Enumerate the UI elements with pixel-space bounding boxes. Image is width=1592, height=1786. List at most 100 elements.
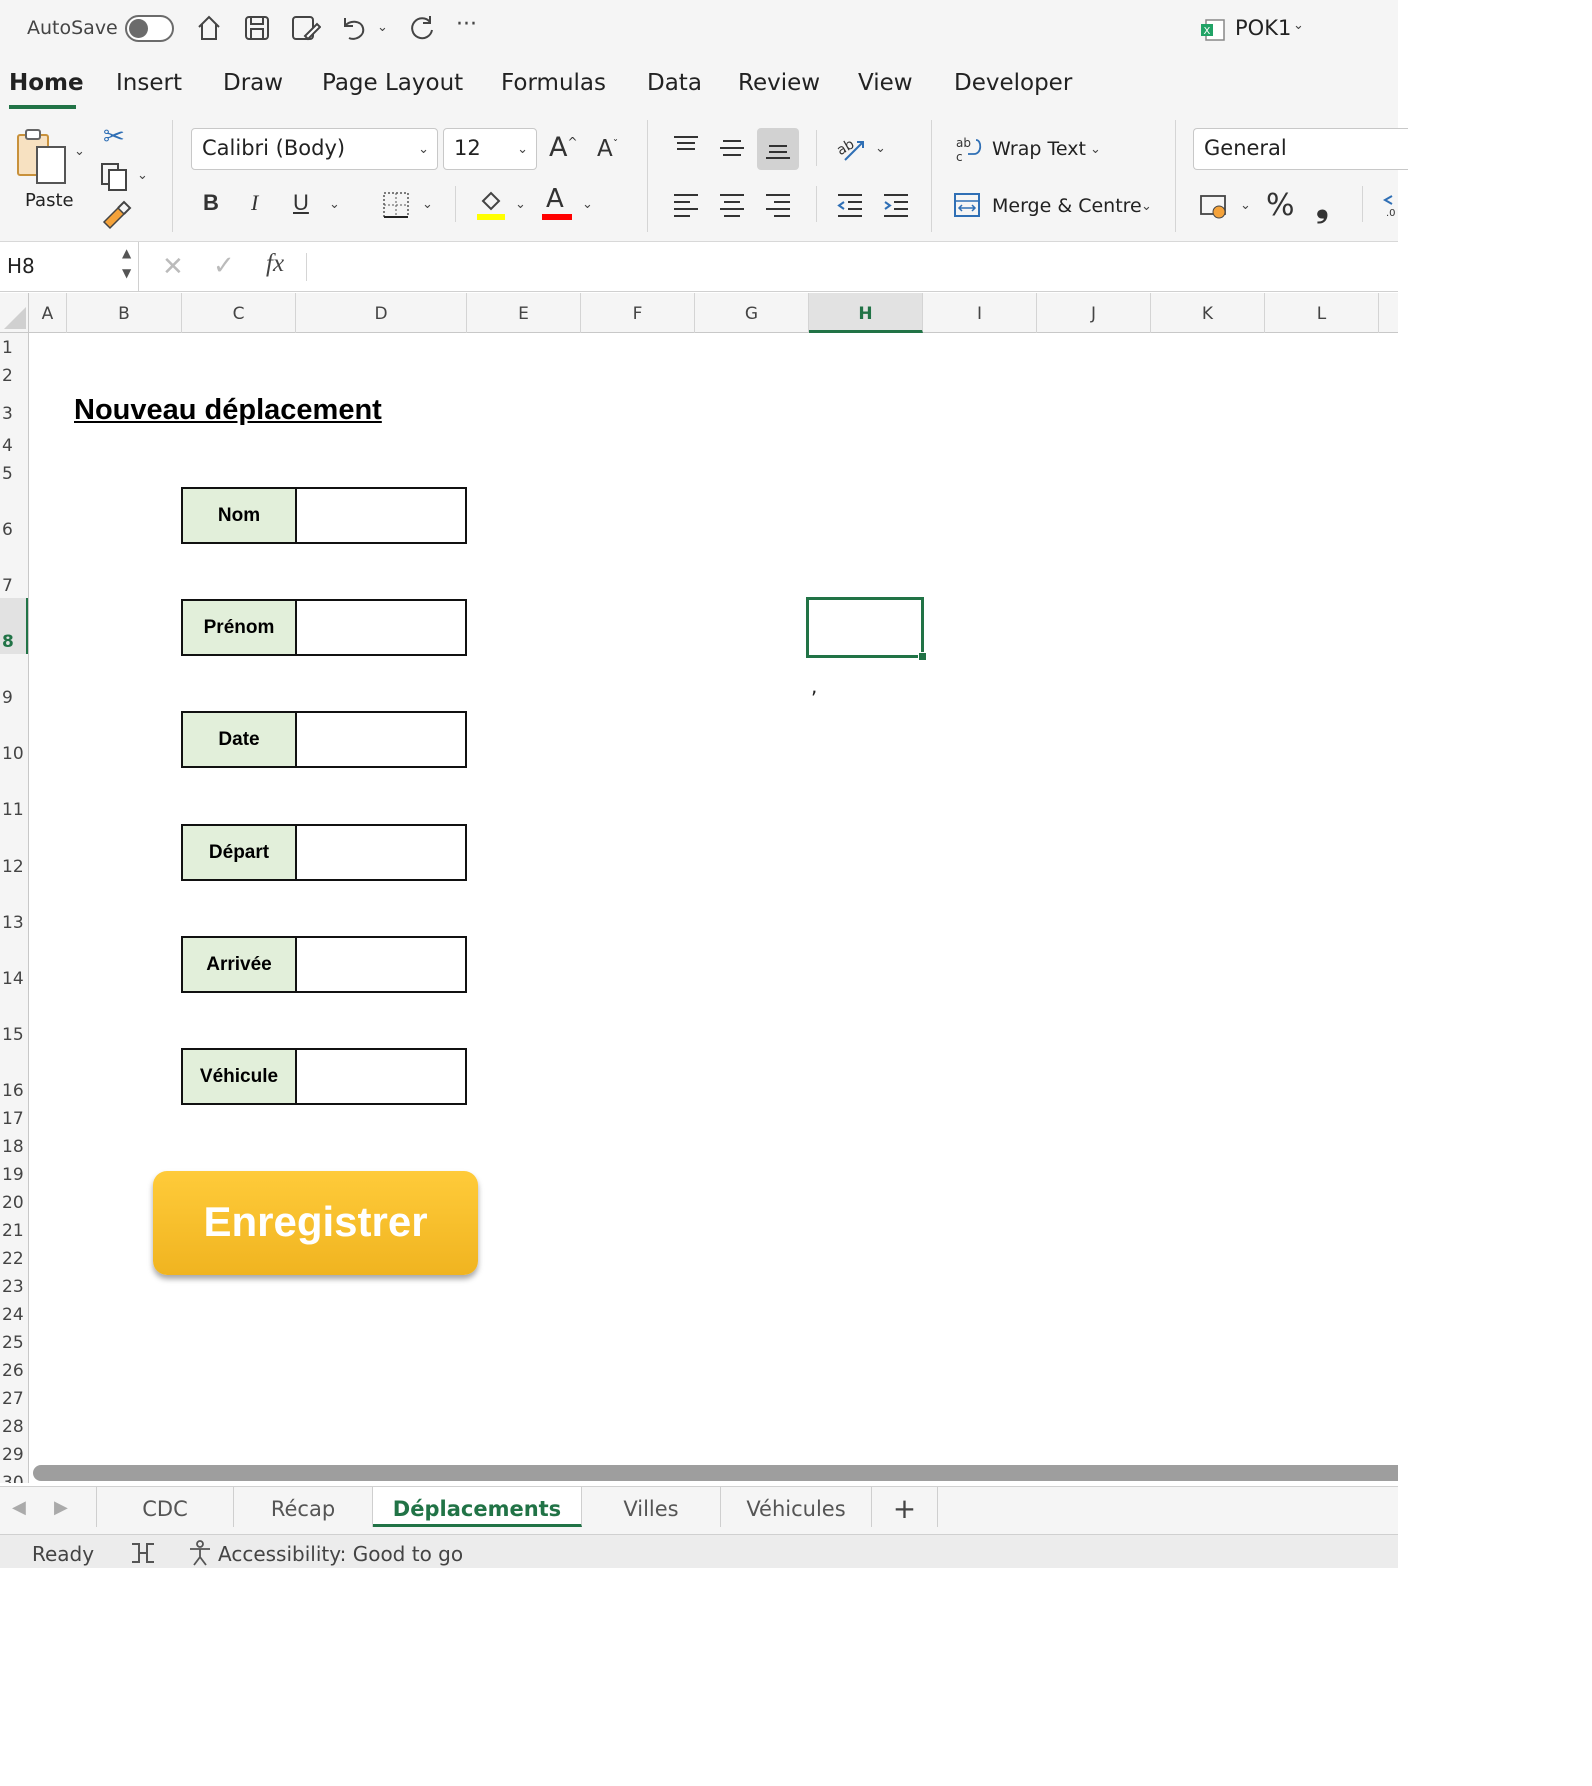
- formula-input[interactable]: [316, 248, 1386, 286]
- row-header-26[interactable]: 26: [0, 1361, 28, 1381]
- tab-developer[interactable]: Developer: [954, 70, 1072, 96]
- merge-centre-dropdown-icon[interactable]: ⌄: [1141, 199, 1152, 214]
- row-header-23[interactable]: 23: [0, 1277, 28, 1297]
- wrap-text-icon[interactable]: abc: [954, 134, 984, 164]
- home-icon[interactable]: [196, 14, 222, 42]
- row-header-7[interactable]: 7: [0, 576, 28, 596]
- accessibility-icon[interactable]: [186, 1540, 214, 1566]
- align-right-icon[interactable]: [764, 192, 792, 218]
- select-all-button[interactable]: [0, 293, 29, 333]
- font-name-dropdown[interactable]: Calibri (Body) ⌄: [191, 128, 438, 170]
- autosave-toggle[interactable]: [125, 15, 174, 42]
- column-header-a[interactable]: A: [29, 293, 67, 333]
- column-header-g[interactable]: G: [695, 293, 809, 333]
- active-cell-h8[interactable]: [806, 597, 927, 661]
- wrap-text-dropdown-icon[interactable]: ⌄: [1090, 142, 1101, 157]
- enter-icon[interactable]: ✓: [213, 251, 235, 281]
- fill-color-dropdown-icon[interactable]: ⌄: [515, 197, 526, 212]
- font-size-dropdown[interactable]: 12 ⌄: [443, 128, 537, 170]
- field-input-arrivee[interactable]: [296, 936, 467, 993]
- row-header-9[interactable]: 9: [0, 688, 28, 708]
- tab-home[interactable]: Home: [9, 70, 84, 96]
- paste-dropdown-icon[interactable]: ⌄: [74, 144, 85, 159]
- format-painter-icon[interactable]: [100, 200, 132, 230]
- column-header-i[interactable]: I: [923, 293, 1037, 333]
- increase-decimal-icon[interactable]: .0: [1380, 192, 1398, 220]
- row-header-13[interactable]: 13: [0, 913, 28, 933]
- increase-indent-icon[interactable]: [882, 192, 910, 218]
- paste-icon[interactable]: [15, 127, 69, 189]
- grow-font-icon[interactable]: A^: [549, 132, 578, 163]
- row-header-2[interactable]: 2: [0, 366, 28, 386]
- row-header-1[interactable]: 1: [0, 338, 28, 358]
- row-header-11[interactable]: 11: [0, 800, 28, 820]
- comma-style-button[interactable]: ❟: [1316, 186, 1329, 225]
- row-header-10[interactable]: 10: [0, 744, 28, 764]
- row-header-14[interactable]: 14: [0, 969, 28, 989]
- cancel-icon[interactable]: ✕: [162, 252, 184, 282]
- worksheet-grid[interactable]: Nouveau déplacement Nom Prénom Date Dépa…: [29, 333, 1398, 1483]
- scroll-tabs-left-icon[interactable]: ◀: [12, 1497, 26, 1518]
- tab-review[interactable]: Review: [738, 70, 820, 96]
- column-header-d[interactable]: D: [296, 293, 467, 333]
- row-header-8[interactable]: 8: [0, 598, 28, 654]
- fill-handle[interactable]: [918, 652, 927, 661]
- tab-page-layout[interactable]: Page Layout: [322, 70, 463, 96]
- field-input-nom[interactable]: [296, 487, 467, 544]
- font-color-dropdown-icon[interactable]: ⌄: [582, 197, 593, 212]
- add-sheet-button[interactable]: +: [872, 1487, 938, 1527]
- column-header-h[interactable]: H: [809, 293, 923, 333]
- save-icon[interactable]: [244, 14, 270, 42]
- field-input-depart[interactable]: [296, 824, 467, 881]
- sheet-tab-vehicules[interactable]: Véhicules: [721, 1487, 872, 1527]
- column-header-e[interactable]: E: [467, 293, 581, 333]
- tab-data[interactable]: Data: [647, 70, 702, 96]
- align-middle-icon[interactable]: [718, 137, 746, 161]
- row-header-27[interactable]: 27: [0, 1389, 28, 1409]
- row-header-21[interactable]: 21: [0, 1221, 28, 1241]
- column-header-f[interactable]: F: [581, 293, 695, 333]
- underline-dropdown-icon[interactable]: ⌄: [329, 197, 340, 212]
- field-input-vehicule[interactable]: [296, 1048, 467, 1105]
- row-header-5[interactable]: 5: [0, 464, 28, 484]
- save-as-icon[interactable]: [291, 14, 321, 42]
- field-input-prenom[interactable]: [296, 599, 467, 656]
- sheet-tab-cdc[interactable]: CDC: [97, 1487, 234, 1527]
- borders-dropdown-icon[interactable]: ⌄: [422, 197, 433, 212]
- row-header-19[interactable]: 19: [0, 1165, 28, 1185]
- row-header-4[interactable]: 4: [0, 436, 28, 456]
- bold-button[interactable]: B: [203, 190, 219, 216]
- file-name-chevron-icon[interactable]: ⌄: [1293, 18, 1304, 33]
- column-header-j[interactable]: J: [1037, 293, 1151, 333]
- decrease-indent-icon[interactable]: [836, 192, 864, 218]
- wrap-text-button[interactable]: Wrap Text: [992, 138, 1086, 160]
- orientation-icon[interactable]: ab: [835, 132, 867, 164]
- redo-icon[interactable]: [408, 14, 436, 42]
- borders-icon[interactable]: [381, 190, 411, 220]
- name-box[interactable]: H8 ▲ ▼: [0, 242, 139, 291]
- sheet-tab-deplacements[interactable]: Déplacements: [373, 1487, 582, 1527]
- row-header-30[interactable]: 30: [0, 1473, 28, 1483]
- undo-icon[interactable]: [339, 14, 367, 42]
- row-header-28[interactable]: 28: [0, 1417, 28, 1437]
- row-header-6[interactable]: 6: [0, 520, 28, 540]
- copy-icon[interactable]: [100, 162, 130, 192]
- insert-function-button[interactable]: fx: [266, 250, 284, 278]
- horizontal-scrollbar[interactable]: [33, 1465, 1398, 1481]
- enregistrer-button[interactable]: Enregistrer: [153, 1171, 478, 1275]
- row-header-15[interactable]: 15: [0, 1025, 28, 1045]
- row-header-22[interactable]: 22: [0, 1249, 28, 1269]
- row-header-3[interactable]: 3: [0, 404, 28, 424]
- underline-button[interactable]: U: [293, 190, 309, 216]
- shrink-font-icon[interactable]: Aˇ: [597, 136, 618, 162]
- sheet-tab-recap[interactable]: Récap: [234, 1487, 373, 1527]
- merge-centre-button[interactable]: Merge & Centre: [992, 195, 1142, 217]
- italic-button[interactable]: I: [251, 190, 258, 216]
- more-icon[interactable]: ···: [456, 12, 477, 37]
- row-header-18[interactable]: 18: [0, 1137, 28, 1157]
- row-header-29[interactable]: 29: [0, 1445, 28, 1465]
- column-header-l[interactable]: L: [1265, 293, 1379, 333]
- tab-formulas[interactable]: Formulas: [501, 70, 606, 96]
- spinner-down-icon[interactable]: ▼: [122, 266, 131, 280]
- sheet-tab-villes[interactable]: Villes: [582, 1487, 721, 1527]
